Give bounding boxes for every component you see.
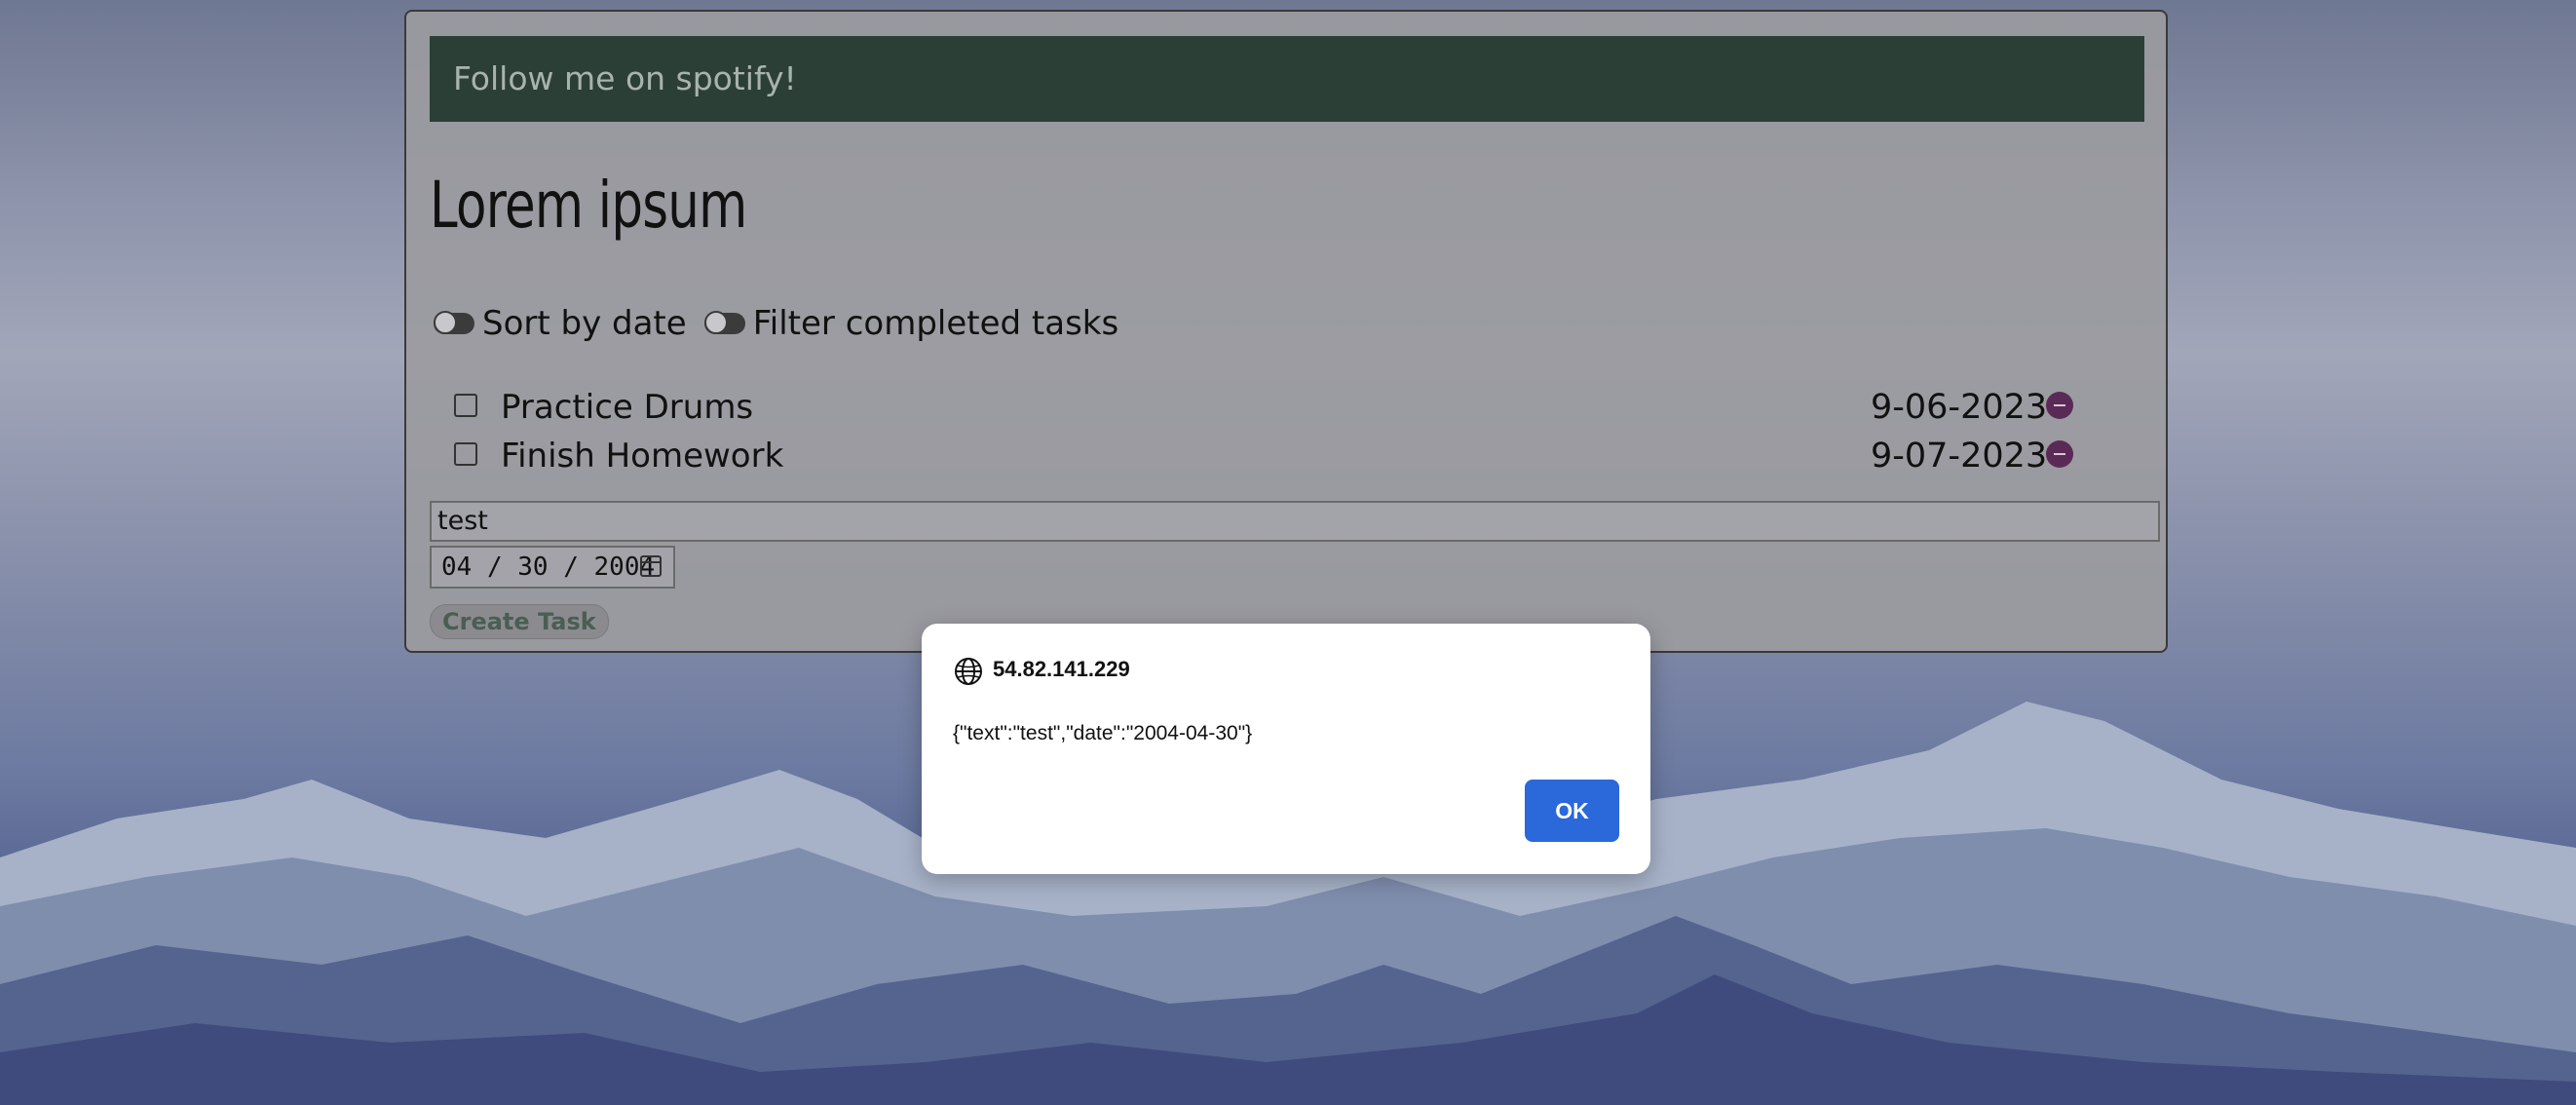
dialog-message: {"text":"test","date":"2004-04-30"}	[953, 722, 1253, 744]
dialog-origin: 54.82.141.229	[993, 657, 1130, 681]
list-item: Practice Drums 9-06-2023	[440, 388, 2097, 435]
create-task-button[interactable]: Create Task	[430, 604, 609, 639]
toggle-knob	[434, 311, 457, 334]
filter-controls: Sort by date Filter completed tasks	[434, 304, 1136, 343]
toggle-knob	[703, 311, 728, 334]
task-text: Finish Homework	[501, 437, 784, 476]
date-value: 04 / 30 / 2004	[441, 552, 656, 582]
alert-dialog: 54.82.141.229 {"text":"test","date":"200…	[922, 624, 1650, 874]
task-text: Practice Drums	[501, 388, 754, 427]
task-checkbox[interactable]	[454, 442, 477, 466]
task-checkbox[interactable]	[454, 394, 477, 417]
spotify-banner[interactable]: Follow me on spotify!	[430, 36, 2144, 122]
delete-task-icon[interactable]	[2046, 440, 2073, 468]
ok-button[interactable]: OK	[1525, 780, 1619, 842]
task-date: 9-06-2023	[1871, 388, 2048, 427]
task-date: 9-07-2023	[1871, 437, 2048, 476]
task-date-input[interactable]: 04 / 30 / 2004	[430, 546, 675, 589]
delete-task-icon[interactable]	[2046, 392, 2073, 419]
globe-icon	[955, 658, 982, 685]
sort-by-date-toggle[interactable]	[434, 311, 474, 334]
filter-completed-label: Filter completed tasks	[752, 304, 1119, 343]
task-text-input[interactable]: test	[430, 501, 2160, 542]
filter-completed-toggle[interactable]	[703, 311, 745, 334]
page-title: Lorem ipsum	[430, 168, 747, 243]
calendar-icon[interactable]	[640, 555, 662, 577]
sort-by-date-label: Sort by date	[482, 304, 687, 343]
list-item: Finish Homework 9-07-2023	[440, 437, 2097, 483]
todo-card: Follow me on spotify! Lorem ipsum Sort b…	[404, 10, 2168, 653]
